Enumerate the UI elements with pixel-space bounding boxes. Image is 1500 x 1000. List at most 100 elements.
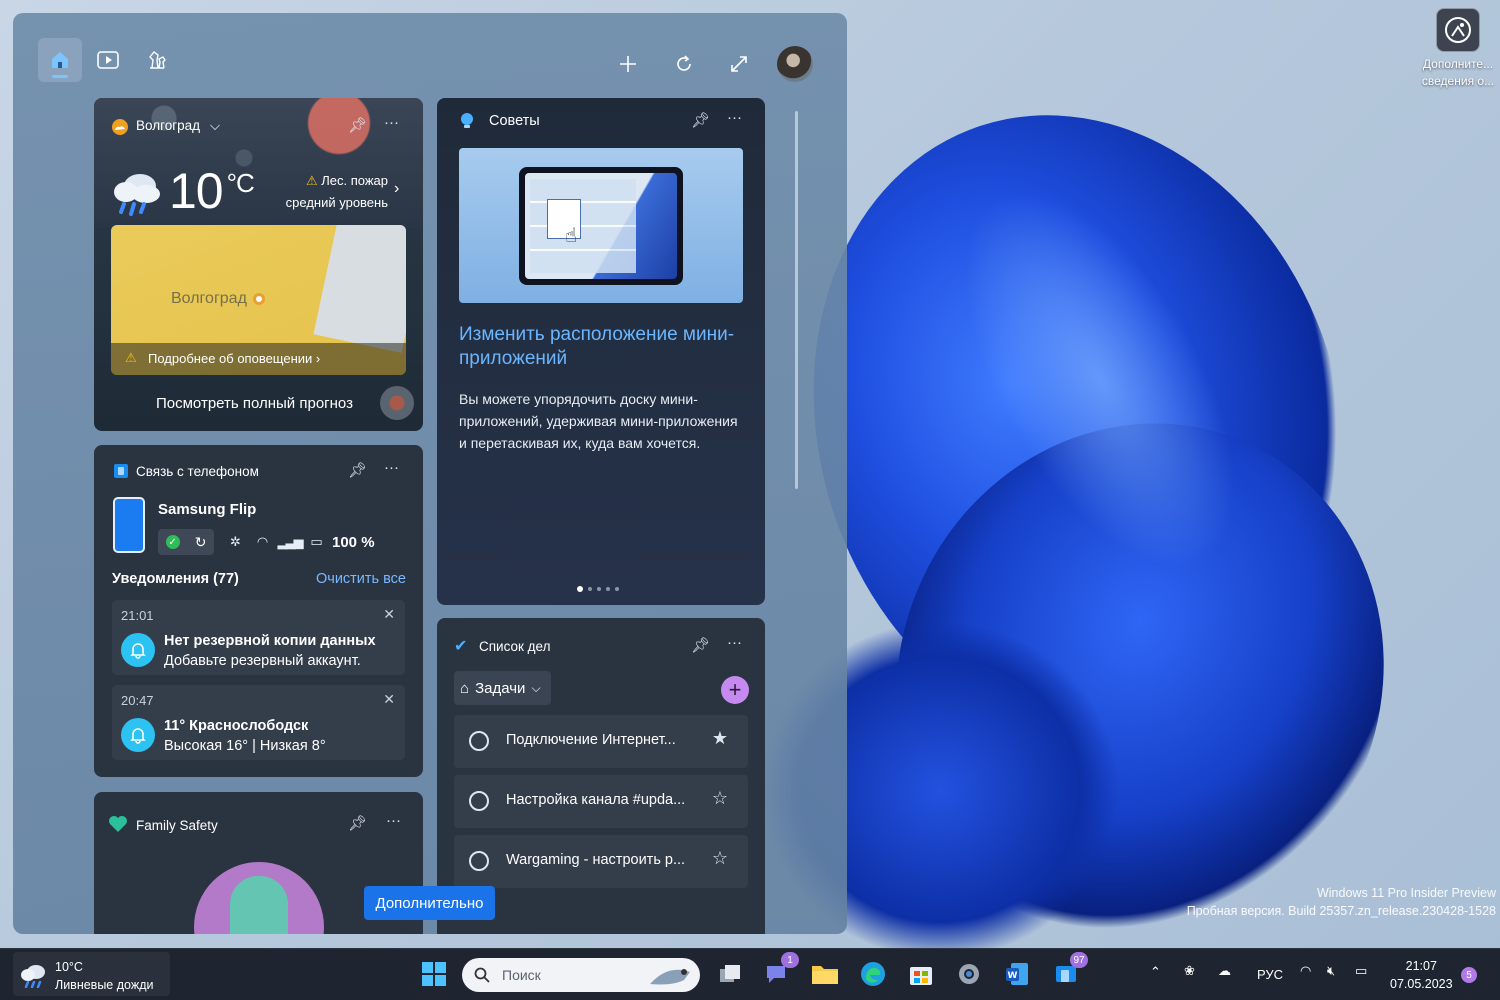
clock-time: 21:07 (1405, 959, 1437, 973)
notification-center-badge[interactable]: 5 (1461, 967, 1477, 983)
video-tab[interactable] (86, 38, 130, 82)
word-icon: W (1006, 963, 1028, 985)
connected-check-icon: ✓ (165, 535, 180, 549)
notification-title: Нет резервной копии данных (164, 633, 376, 649)
more-options-icon[interactable]: ··· (727, 109, 742, 126)
bluetooth-icon: ✲ (230, 534, 241, 549)
copilot-avatar[interactable] (380, 386, 414, 420)
weather-alert[interactable]: ⚠ Лес. пожар средний уровень (284, 170, 388, 214)
taskbar-clock[interactable]: 21:07 07.05.2023 (1390, 957, 1453, 993)
more-options-icon[interactable]: ··· (727, 634, 742, 651)
hand-cursor-icon: ☝ (565, 225, 578, 247)
chat-badge: 1 (781, 952, 799, 968)
wifi-icon[interactable]: ◠ (1300, 963, 1311, 979)
task-checkbox[interactable] (469, 731, 489, 751)
more-options-icon[interactable]: ··· (384, 114, 399, 131)
edge-button[interactable] (857, 958, 889, 990)
weather-widget[interactable]: Волгоград ⌵ 📌︎ ··· 10 °C ⚠ Лес. пожар сре… (94, 98, 423, 431)
task-item[interactable]: Настройка канала #upda... ☆ (454, 775, 748, 828)
search-highlight-icon (650, 969, 690, 985)
task-text: Настройка канала #upda... (506, 792, 686, 808)
carousel-dots[interactable] (577, 586, 619, 592)
more-widgets-button[interactable]: Дополнительно (364, 886, 495, 920)
expand-button[interactable] (717, 42, 761, 86)
search-placeholder: Поиск (502, 967, 541, 983)
build-watermark: Windows 11 Pro Insider Preview Пробная в… (1187, 884, 1496, 920)
star-outline-icon[interactable]: ☆ (712, 848, 728, 869)
taskbar-weather[interactable]: 10°C Ливневые дожди (13, 952, 170, 996)
store-button[interactable] (905, 958, 937, 990)
home-icon: ⌂ (460, 679, 470, 697)
notification-body: Добавьте резервный аккаунт. (164, 653, 361, 669)
volume-muted-icon[interactable]: 🔇︎ (1327, 963, 1335, 979)
city-selector[interactable]: Волгоград ⌵ (136, 118, 220, 134)
temperature-unit: °C (226, 168, 255, 198)
play-icon (97, 51, 119, 69)
task-list-selector[interactable]: ⌂ Задачи ⌵ (454, 671, 551, 705)
battery-icon: ▭ (310, 534, 323, 549)
carousel-dot[interactable] (615, 587, 619, 591)
games-tab[interactable] (135, 38, 179, 82)
file-explorer-button[interactable] (809, 958, 841, 990)
weather-map[interactable]: Волгоград ⚠ Подробнее об оповещении › (111, 225, 406, 375)
show-hidden-icons-chevron[interactable]: ⌃ (1150, 964, 1161, 980)
search-icon (474, 967, 490, 983)
notification-time: 20:47 (121, 693, 154, 708)
settings-button[interactable] (953, 958, 985, 990)
pin-icon[interactable]: 📌︎ (691, 636, 710, 654)
task-checkbox[interactable] (469, 791, 489, 811)
carousel-dot[interactable] (606, 587, 610, 591)
more-options-icon[interactable]: ··· (386, 812, 401, 829)
taskbar: 10°C Ливневые дожди Поиск 1 W 97 ⌃ ❀ ☁ Р… (0, 948, 1500, 1000)
phone-device-icon (113, 497, 145, 553)
input-language[interactable]: РУС (1257, 967, 1283, 982)
task-item[interactable]: Wargaming - настроить р... ☆ (454, 835, 748, 888)
word-button[interactable]: W (1001, 958, 1033, 990)
lotus-tray-icon[interactable]: ❀ (1184, 963, 1195, 979)
phone-link-badge: 97 (1070, 952, 1088, 968)
notification-card[interactable]: 20:47 ✕ 11° Краснослободск Высокая 16° |… (112, 685, 405, 760)
start-button[interactable] (418, 958, 450, 990)
tip-heading[interactable]: Изменить расположение мини-приложений (459, 323, 749, 371)
teams-chat-button[interactable]: 1 (761, 952, 799, 990)
pin-icon[interactable]: 📌︎ (691, 111, 710, 129)
star-filled-icon[interactable]: ★ (712, 728, 728, 749)
sync-status-chip[interactable]: ✓ ↻ (158, 529, 214, 555)
star-outline-icon[interactable]: ☆ (712, 788, 728, 809)
user-avatar[interactable] (777, 46, 813, 82)
add-widget-button[interactable] (606, 42, 650, 86)
task-item[interactable]: Подключение Интернет... ★ (454, 715, 748, 768)
onedrive-cloud-icon[interactable]: ☁ (1218, 963, 1231, 979)
notification-card[interactable]: 21:01 ✕ Нет резервной копии данных Добав… (112, 600, 405, 675)
pin-icon[interactable]: 📌︎ (348, 461, 367, 479)
location-marker (253, 293, 265, 305)
refresh-button[interactable] (662, 42, 706, 86)
chevron-right-icon[interactable]: › (394, 180, 399, 198)
pin-icon[interactable]: 📌︎ (348, 116, 367, 134)
clear-all-link[interactable]: Очистить все (316, 571, 406, 587)
more-options-icon[interactable]: ··· (384, 459, 399, 476)
pin-icon[interactable]: 📌︎ (348, 814, 367, 832)
taskbar-search[interactable]: Поиск (462, 958, 700, 992)
desktop-icon-learn-more[interactable]: Дополните... сведения о... (1418, 8, 1498, 90)
add-task-button[interactable]: + (721, 676, 749, 704)
battery-icon[interactable]: ▭ (1355, 963, 1367, 979)
carousel-dot[interactable] (597, 587, 601, 591)
refresh-icon (677, 55, 691, 71)
task-checkbox[interactable] (469, 851, 489, 871)
home-tab[interactable] (38, 38, 82, 82)
task-view-button[interactable] (714, 958, 746, 990)
close-icon[interactable]: ✕ (383, 691, 395, 708)
board-scrollbar[interactable] (795, 111, 798, 489)
watermark-edition: Windows 11 Pro Insider Preview (1316, 886, 1496, 900)
carousel-dot[interactable] (577, 586, 583, 592)
alert-details-link[interactable]: ⚠ Подробнее об оповещении › (111, 343, 406, 375)
carousel-dot[interactable] (588, 587, 592, 591)
phone-link-button[interactable]: 97 (1050, 952, 1088, 990)
tips-widget[interactable]: Советы 📌︎ ··· ☝ Изменить расположение ми… (437, 98, 765, 605)
close-icon[interactable]: ✕ (383, 606, 395, 623)
full-forecast-link[interactable]: Посмотреть полный прогноз (156, 395, 353, 412)
phone-link-widget[interactable]: Связь с телефоном 📌︎ ··· Samsung Flip ✓ … (94, 445, 423, 777)
edge-icon (861, 962, 885, 986)
watermark-build: Пробная версия. Build 25357.zn_release.2… (1186, 904, 1496, 918)
